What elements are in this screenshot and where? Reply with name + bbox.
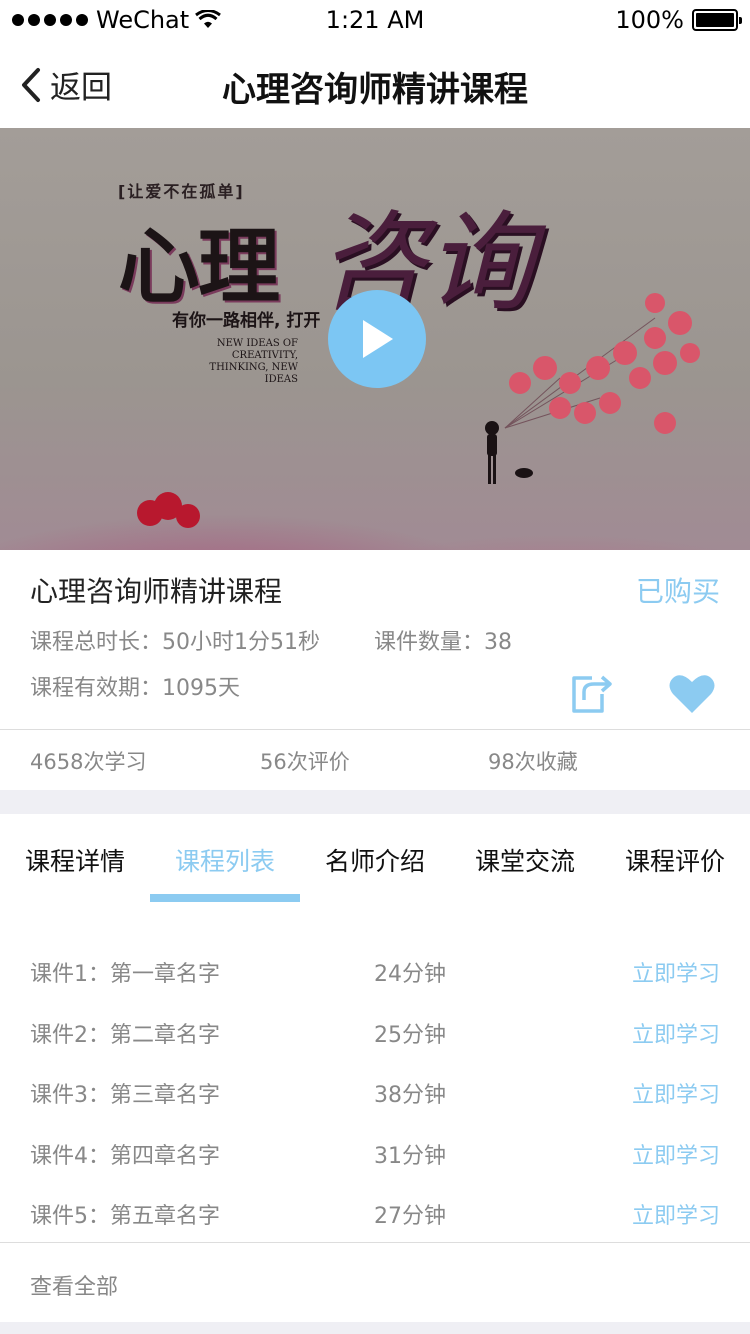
list-item: 课件3：第三章名字 38分钟 立即学习 (0, 1061, 750, 1122)
lesson-name: 课件2：第二章名字 (30, 1022, 220, 1048)
lesson-count: 课件数量：38 (374, 630, 512, 655)
lesson-duration: 24分钟 (374, 962, 446, 987)
list-item: 课件5：第五章名字 27分钟 立即学习 (0, 1182, 750, 1243)
lesson-duration: 31分钟 (374, 1143, 446, 1169)
page-title: 心理咨询师精讲课程 (222, 70, 528, 110)
favorite-button[interactable] (668, 672, 716, 718)
banner-tagline: [让爱不在孤单] (118, 182, 245, 201)
tab-course-reviews[interactable]: 课程评价 (600, 842, 750, 878)
bottom-divider (0, 1322, 750, 1334)
review-count: 56次评价 (260, 750, 350, 774)
tab-teacher-intro[interactable]: 名师介绍 (300, 842, 450, 878)
study-now-link[interactable]: 立即学习 (632, 1198, 720, 1230)
favorite-count: 98次收藏 (488, 750, 578, 774)
heart-icon (669, 675, 715, 713)
tab-course-details[interactable]: 课程详情 (0, 842, 150, 878)
view-all-button[interactable]: 查看全部 (0, 1242, 750, 1322)
study-now-link[interactable]: 立即学习 (632, 1077, 720, 1109)
purchase-status-badge: 已购买 (635, 575, 720, 608)
lesson-duration: 25分钟 (374, 1022, 446, 1048)
course-info: 心理咨询师精讲课程 已购买 课程总时长：50小时1分51秒 课件数量：38 课程… (0, 550, 750, 730)
lesson-list: 课件1：第一章名字 24分钟 立即学习 课件2：第二章名字 25分钟 立即学习 … (0, 940, 750, 1243)
study-now-link[interactable]: 立即学习 (632, 1017, 720, 1049)
section-divider (0, 790, 750, 814)
nav-bar: 返回 心理咨询师精讲课程 (0, 40, 750, 128)
tab-class-discussion[interactable]: 课堂交流 (450, 842, 600, 878)
battery-percent: 100% (615, 6, 684, 34)
course-stats: 4658次学习 56次评价 98次收藏 (0, 730, 750, 790)
course-video-banner[interactable]: [让爱不在孤单] 心理 咨询 有你一路相伴, 打开 NEW IDEAS OF C… (0, 128, 750, 550)
lesson-name: 课件4：第四章名字 (30, 1143, 220, 1169)
play-button[interactable] (328, 290, 426, 388)
lesson-name: 课件3：第三章名字 (30, 1083, 220, 1108)
lesson-duration: 38分钟 (374, 1083, 446, 1108)
study-now-link[interactable]: 立即学习 (632, 956, 720, 988)
status-right: 100% (615, 6, 742, 34)
study-count: 4658次学习 (30, 750, 147, 774)
tab-course-list[interactable]: 课程列表 (150, 842, 300, 878)
lesson-name: 课件1：第一章名字 (30, 962, 220, 987)
share-button[interactable] (570, 672, 614, 718)
list-item: 课件2：第二章名字 25分钟 立即学习 (0, 1001, 750, 1062)
banner-title-part1: 心理 (118, 219, 280, 315)
course-title: 心理咨询师精讲课程 (30, 575, 283, 608)
list-item: 课件1：第一章名字 24分钟 立即学习 (0, 940, 750, 1001)
banner-english-text: NEW IDEAS OF CREATIVITY, THINKING, NEW I… (209, 338, 298, 385)
share-icon (572, 675, 612, 713)
course-duration: 课程总时长：50小时1分51秒 (30, 630, 320, 655)
status-bar: WeChat 1:21 AM 100% (0, 0, 750, 40)
view-all-label: 查看全部 (30, 1275, 119, 1300)
battery-icon (692, 9, 742, 31)
play-icon (363, 320, 393, 358)
lesson-name: 课件5：第五章名字 (30, 1204, 220, 1229)
study-now-link[interactable]: 立即学习 (632, 1138, 720, 1170)
course-validity: 课程有效期：1095天 (30, 676, 240, 701)
tab-bar: 课程详情 课程列表 名师介绍 课堂交流 课程评价 (0, 814, 750, 904)
active-tab-indicator (150, 894, 300, 902)
banner-subtitle: 有你一路相伴, 打开 (172, 311, 321, 331)
list-item: 课件4：第四章名字 31分钟 立即学习 (0, 1122, 750, 1183)
lesson-duration: 27分钟 (374, 1204, 446, 1229)
